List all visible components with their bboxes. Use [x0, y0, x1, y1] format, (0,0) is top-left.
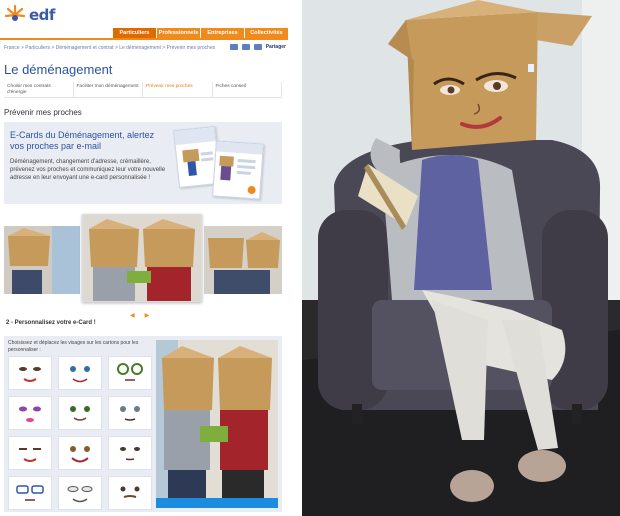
face-sticker-grid [8, 356, 156, 510]
carousel-thumb-left[interactable] [4, 226, 80, 294]
face-sticker-2-image [70, 366, 90, 383]
face-sticker-6-image [120, 406, 140, 421]
nav-entreprises[interactable]: Entreprises [200, 28, 244, 38]
face-sticker-9[interactable] [108, 436, 152, 470]
print-icon[interactable] [229, 44, 238, 50]
sub-tabs: Choisir mes contrats d'énergie Faciliter… [4, 82, 282, 98]
face-sticker-10[interactable] [8, 476, 52, 510]
carousel-pager: ◀ ▶ [130, 312, 149, 319]
face-sticker-7-image [19, 448, 41, 462]
ecard-hero-banner: E-Cards du Déménagement, alertez vos pro… [4, 122, 282, 204]
nav-divider [0, 38, 288, 40]
tab-prevenir-proches[interactable]: Prévenir mes proches [143, 82, 213, 97]
prev-arrow-icon[interactable]: ◀ [130, 312, 135, 319]
ecard-preview-front [212, 140, 264, 200]
nav-collectivites[interactable]: Collectivités [244, 28, 288, 38]
face-sticker-1-image [19, 367, 41, 382]
face-sticker-3[interactable] [108, 356, 152, 390]
face-sticker-2[interactable] [58, 356, 102, 390]
face-sticker-3-image [117, 363, 143, 381]
face-sticker-12[interactable] [108, 476, 152, 510]
face-sticker-11-image [67, 486, 93, 503]
ecard-carousel [4, 214, 282, 302]
thumb-right-image [204, 226, 282, 294]
face-sticker-7[interactable] [8, 436, 52, 470]
page-title: Le déménagement [4, 62, 113, 77]
email-icon[interactable] [241, 44, 250, 50]
nav-particuliers[interactable]: Particuliers [112, 28, 156, 38]
tab-choisir-contrats[interactable]: Choisir mes contrats d'énergie [4, 82, 74, 97]
page-tools: Partager [229, 44, 286, 50]
face-sticker-4[interactable] [8, 396, 52, 430]
edf-logo[interactable]: edf [4, 4, 55, 26]
face-sticker-5[interactable] [58, 396, 102, 430]
step-title: 2 - Personnalisez votre e-Card ! [6, 320, 96, 326]
carousel-thumb-right[interactable] [204, 226, 282, 294]
face-sticker-9-image [120, 447, 140, 461]
ecard-front-image [216, 141, 263, 195]
bookmark-icon[interactable] [253, 44, 262, 50]
customize-instructions: Choisissez et déplacez les visages sur l… [8, 340, 139, 353]
top-navigation: Particuliers Professionnels Entreprises … [112, 28, 288, 38]
face-sticker-1[interactable] [8, 356, 52, 390]
editor-preview-image [156, 340, 278, 508]
section-title: Prévenir mes proches [4, 108, 82, 117]
woman-with-cardboard-box-photo [302, 0, 620, 516]
face-sticker-4-image [19, 406, 41, 422]
next-arrow-icon[interactable]: ▶ [145, 312, 150, 319]
thumb-left-image [4, 226, 80, 294]
face-sticker-11[interactable] [58, 476, 102, 510]
thumb-center-image [83, 215, 201, 301]
face-sticker-5-image [70, 406, 90, 421]
hero-text: Déménagement, changement d'adresse, crém… [10, 159, 166, 181]
face-sticker-6[interactable] [108, 396, 152, 430]
face-sticker-8[interactable] [58, 436, 102, 470]
carousel-thumb-center[interactable] [82, 214, 202, 302]
breadcrumb[interactable]: France > Particuliers > Déménagement et … [4, 45, 215, 51]
face-sticker-10-image [16, 485, 44, 501]
editor-toolbar [156, 498, 278, 508]
website-panel: edf Particuliers Professionnels Entrepri… [0, 0, 290, 516]
tab-faciliter-demenagement[interactable]: Faciliter mon déménagement [74, 82, 143, 97]
edf-logo-icon [4, 4, 26, 21]
tab-fiches-conseil[interactable]: Fiches conseil [213, 82, 282, 97]
face-sticker-8-image [70, 446, 90, 463]
logo-text: edf [29, 6, 55, 24]
share-button[interactable]: Partager [266, 44, 286, 50]
nav-professionnels[interactable]: Professionnels [156, 28, 200, 38]
hero-title: E-Cards du Déménagement, alertez vos pro… [10, 130, 155, 151]
face-sticker-12-image [120, 486, 140, 498]
campaign-photo [302, 0, 620, 516]
ecard-editor-preview[interactable] [156, 340, 278, 508]
customize-panel: Choisissez et déplacez les visages sur l… [4, 336, 282, 512]
